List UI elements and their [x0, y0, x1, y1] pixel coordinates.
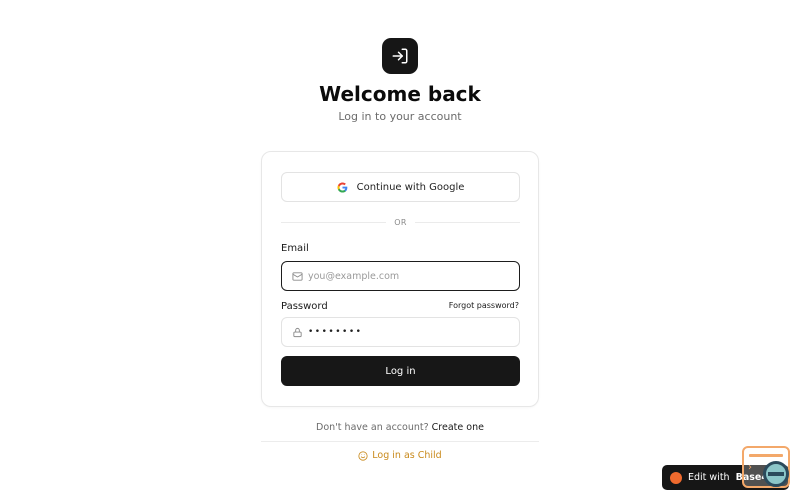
divider-line	[281, 221, 387, 223]
log-in-icon	[392, 48, 408, 64]
password-input[interactable]	[308, 327, 508, 337]
smile-icon	[358, 450, 368, 461]
widget-toggle-icon	[763, 461, 789, 487]
brand-logo-icon	[670, 471, 682, 484]
google-button-label: Continue with Google	[356, 181, 465, 193]
password-label: Password	[281, 301, 328, 312]
login-as-child-label: Log in as Child	[372, 450, 442, 461]
app-logo	[382, 38, 418, 74]
password-field-wrapper[interactable]	[281, 317, 520, 347]
email-label: Email	[281, 243, 309, 254]
footer-divider	[261, 441, 539, 442]
page-subtitle: Log in to your account	[338, 110, 462, 123]
create-account-link[interactable]: Create one	[432, 422, 484, 433]
floating-widget[interactable]: ›	[742, 446, 790, 488]
email-input[interactable]	[308, 270, 508, 282]
mail-icon	[282, 271, 308, 282]
forgot-password-link[interactable]: Forgot password?	[449, 301, 519, 310]
signup-prompt: Don't have an account? Create one	[0, 422, 800, 433]
lock-icon	[282, 327, 308, 338]
login-as-child-link[interactable]: Log in as Child	[0, 450, 800, 461]
badge-prefix: Edit with	[688, 472, 730, 483]
email-field-wrapper[interactable]	[281, 261, 520, 291]
divider-line	[414, 221, 520, 223]
page-title: Welcome back	[319, 82, 481, 106]
signup-prompt-text: Don't have an account?	[316, 422, 429, 433]
google-signin-button[interactable]: Continue with Google	[281, 172, 520, 202]
login-card: Continue with Google OR Email Password F…	[261, 151, 539, 407]
google-icon	[337, 181, 347, 193]
widget-chevron-icon: ›	[748, 462, 752, 473]
login-button[interactable]: Log in	[281, 356, 520, 386]
widget-bar	[749, 454, 783, 457]
or-divider: OR	[281, 216, 520, 228]
divider-label: OR	[394, 217, 407, 227]
